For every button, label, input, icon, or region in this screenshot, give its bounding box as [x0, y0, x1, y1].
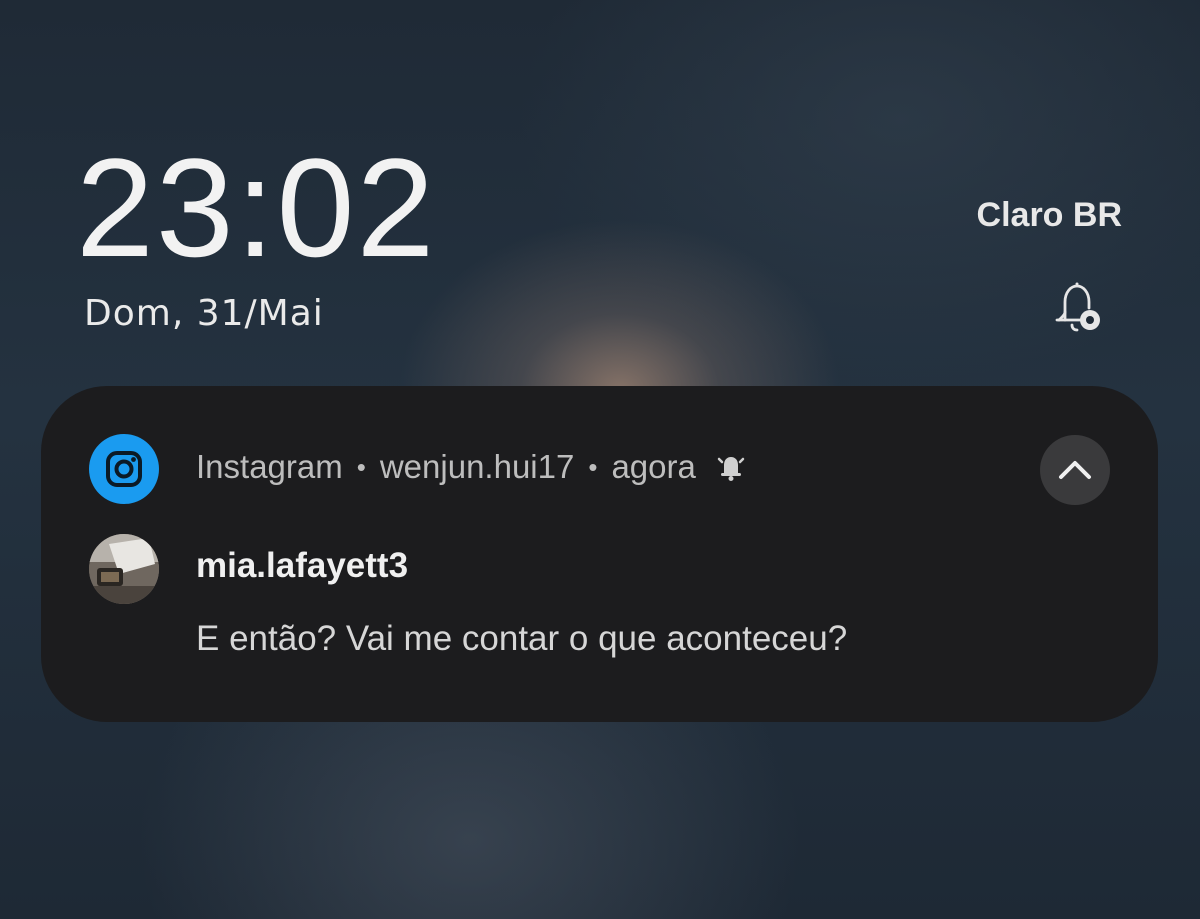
chevron-up-icon: [1059, 461, 1091, 479]
separator-dot: •: [588, 451, 598, 482]
time-ago: agora: [611, 448, 696, 485]
app-name: Instagram: [196, 448, 343, 485]
notification-card[interactable]: Instagram • wenjun.hui17 • agora mia.laf…: [41, 386, 1158, 722]
lockscreen-date: Dom, 31/Mai: [84, 293, 324, 334]
account-name: wenjun.hui17: [379, 448, 575, 485]
message-text: E então? Vai me contar o que aconteceu?: [196, 619, 848, 658]
carrier-label: Claro BR: [976, 196, 1122, 234]
notification-header: Instagram • wenjun.hui17 • agora: [196, 448, 748, 486]
sender-name: mia.lafayett3: [196, 546, 409, 585]
lockscreen-clock: 23:02: [76, 129, 437, 286]
avatar: [89, 534, 159, 604]
bell-settings-icon[interactable]: [1045, 280, 1105, 336]
separator-dot: •: [356, 451, 366, 482]
instagram-icon: [89, 434, 159, 504]
bell-ring-icon: [714, 450, 748, 484]
collapse-button[interactable]: [1040, 435, 1110, 505]
